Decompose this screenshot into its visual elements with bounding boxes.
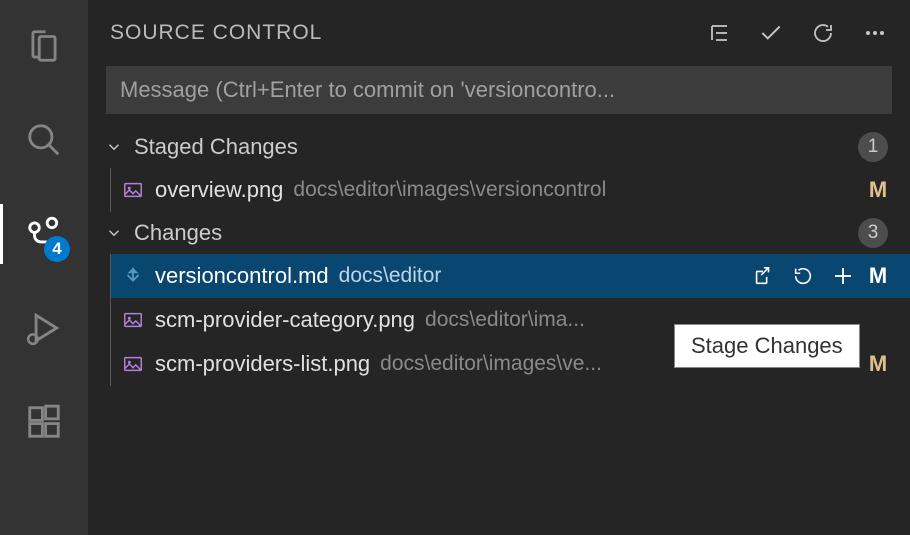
discard-changes-button[interactable] [790,263,816,289]
file-status-modified: M [866,351,890,377]
chevron-down-icon [104,137,124,157]
file-row-actions [750,263,856,289]
search-icon [25,121,63,159]
refresh-button[interactable] [810,20,836,46]
open-file-button[interactable] [750,263,776,289]
file-row[interactable]: overview.png docs\editor\images\versionc… [111,168,910,212]
list-tree-icon [707,21,731,45]
markdown-file-icon [121,264,145,288]
files-icon [25,27,63,65]
file-path: docs\editor [339,264,740,288]
file-name: scm-providers-list.png [155,351,370,377]
panel-actions [706,20,888,46]
commit-message-input[interactable] [120,77,878,103]
extensions-icon [25,403,63,441]
file-name: versioncontrol.md [155,263,329,289]
stage-changes-button[interactable] [830,263,856,289]
file-status-modified: M [866,177,890,203]
view-tree-button[interactable] [706,20,732,46]
changes-count-badge: 3 [858,218,888,248]
file-path: docs\editor\images\versioncontrol [293,178,856,202]
file-row[interactable]: versioncontrol.md docs\editor M [111,254,910,298]
scm-badge: 4 [44,236,70,262]
plus-icon [831,264,855,288]
panel-header: SOURCE CONTROL [88,0,910,66]
staged-file-list: overview.png docs\editor\images\versionc… [110,168,910,212]
commit-button[interactable] [758,20,784,46]
changes-header[interactable]: Changes 3 [88,212,910,254]
goto-file-icon [752,265,774,287]
refresh-icon [811,21,835,45]
changes-label: Changes [134,220,848,246]
file-name: overview.png [155,177,283,203]
panel-title: SOURCE CONTROL [110,21,322,45]
staged-changes-header[interactable]: Staged Changes 1 [88,126,910,168]
commit-message-box [106,66,892,114]
image-file-icon [121,352,145,376]
staged-count-badge: 1 [858,132,888,162]
chevron-down-icon [104,223,124,243]
discard-icon [792,265,814,287]
activity-search[interactable] [0,110,88,170]
source-control-panel: SOURCE CONTROL [88,0,910,535]
ellipsis-icon [863,21,887,45]
stage-changes-tooltip: Stage Changes [674,324,860,368]
more-actions-button[interactable] [862,20,888,46]
activity-debug[interactable] [0,298,88,358]
image-file-icon [121,178,145,202]
debug-icon [25,309,63,347]
check-icon [758,20,784,46]
file-name: scm-provider-category.png [155,307,415,333]
activity-source-control[interactable]: 4 [0,204,88,264]
image-file-icon [121,308,145,332]
activity-bar: 4 [0,0,88,535]
file-status-modified: M [866,263,890,289]
activity-extensions[interactable] [0,392,88,452]
staged-changes-label: Staged Changes [134,134,848,160]
activity-explorer[interactable] [0,16,88,76]
